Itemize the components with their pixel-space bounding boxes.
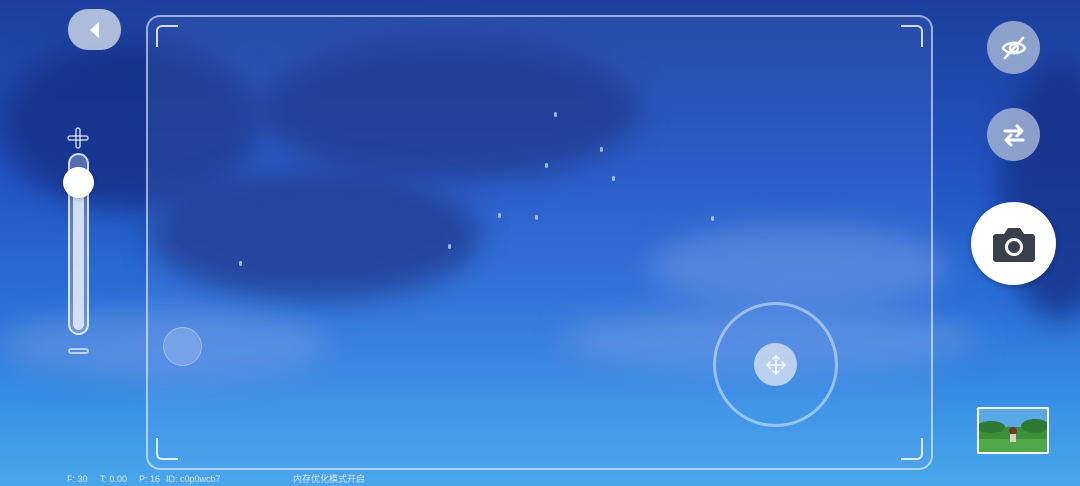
switch-camera-button[interactable]: [987, 108, 1040, 161]
viewfinder-corner: [156, 25, 178, 47]
time-readout: T: 0.00: [100, 474, 128, 484]
eye-off-icon: [1001, 36, 1026, 59]
viewfinder-corner: [901, 25, 923, 47]
movement-touch-pad[interactable]: [163, 327, 202, 366]
photo-thumbnail-image: [979, 409, 1047, 452]
chevron-left-icon: [89, 21, 99, 38]
memory-optimization-notice: 内存优化模式开启: [293, 474, 366, 484]
last-photo-thumbnail[interactable]: [977, 407, 1049, 454]
session-id-readout: ID: c0p0wcb7: [166, 474, 221, 484]
viewfinder-corner: [156, 438, 178, 460]
switch-arrows-icon: [1003, 124, 1024, 146]
viewfinder-corner: [901, 438, 923, 460]
take-photo-button[interactable]: [971, 202, 1056, 285]
camera-icon: [992, 224, 1035, 262]
players-readout: P: 16: [139, 474, 161, 484]
hide-ui-button[interactable]: [987, 21, 1040, 74]
zoom-slider-handle[interactable]: [63, 167, 94, 198]
back-button[interactable]: [68, 9, 121, 50]
fps-readout: F: 30: [67, 474, 88, 484]
zoom-slider-fill: [73, 183, 84, 330]
zoom-in-plus-icon[interactable]: [66, 126, 90, 150]
camera-joystick-knob[interactable]: [754, 343, 797, 386]
move-arrows-icon: [765, 354, 786, 375]
zoom-out-minus-icon[interactable]: [68, 348, 89, 354]
